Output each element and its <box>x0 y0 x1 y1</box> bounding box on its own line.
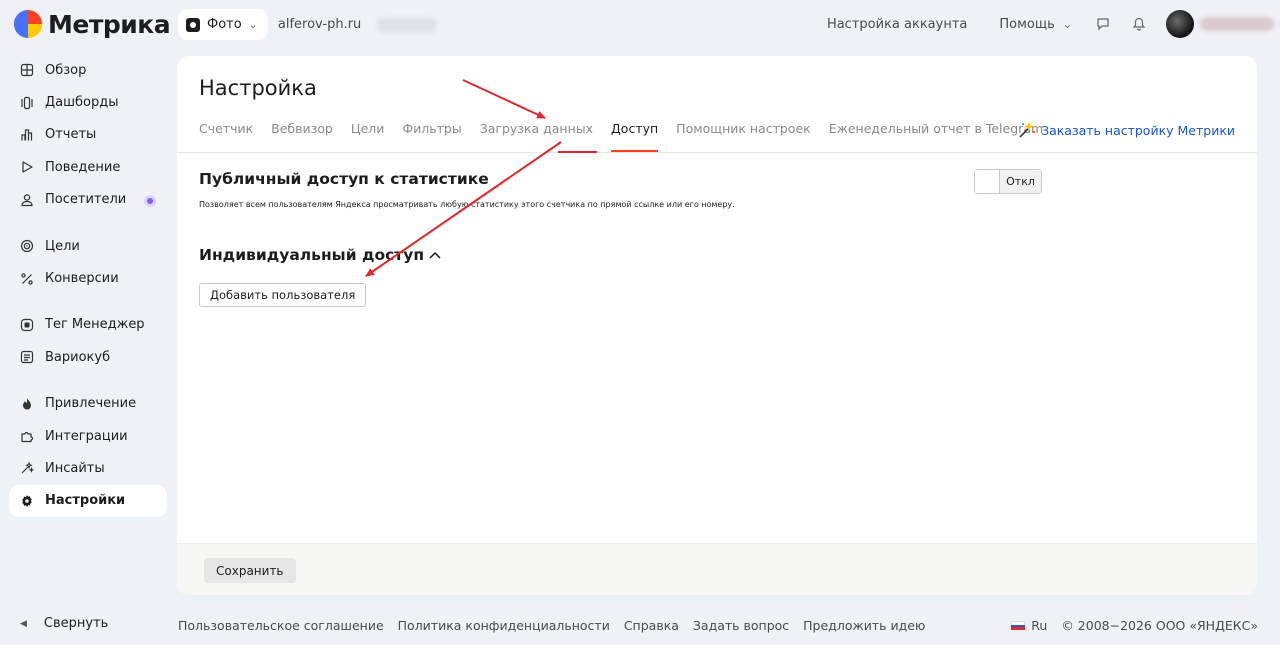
sidebar-item-dashboards[interactable]: Дашборды <box>9 86 167 118</box>
tab-counter[interactable]: Счетчик <box>199 121 253 143</box>
chevron-up-icon <box>429 251 441 259</box>
order-setup-label: Заказать настройку Метрики <box>1041 122 1235 138</box>
sidebar-item-goals[interactable]: Цели <box>9 230 167 262</box>
footer-right: Ru © 2008−2026 ООО «ЯНДЕКС» <box>1011 618 1258 633</box>
bar-chart-icon <box>21 129 33 141</box>
language-switcher[interactable]: Ru <box>1031 618 1047 633</box>
sidebar-item-label: Конверсии <box>45 271 119 287</box>
sidebar-item-label: Цели <box>45 238 80 254</box>
footer-link-ask[interactable]: Задать вопрос <box>693 618 789 633</box>
new-badge <box>144 194 156 207</box>
add-user-button[interactable]: Добавить пользователя <box>199 283 367 307</box>
settings-tabs: Счетчик Вебвизор Цели Фильтры Загрузка д… <box>199 121 1061 152</box>
counter-name: Фото <box>207 17 242 32</box>
chevron-down-icon: ⌄ <box>1062 17 1072 31</box>
tabs-divider <box>177 152 1257 153</box>
site-domain: alferov-ph.ru <box>277 17 362 32</box>
puzzle-icon <box>21 432 34 443</box>
sidebar-item-overview[interactable]: Обзор <box>9 54 167 86</box>
variocube-icon <box>20 351 34 364</box>
sidebar-item-settings[interactable]: Настройки <box>9 484 167 518</box>
sidebar-item-label: Тег Менеджер <box>45 317 145 333</box>
user-name-blurred <box>1200 17 1274 31</box>
person-icon <box>21 194 33 206</box>
triangle-left-icon: ◀ <box>20 618 27 629</box>
sidebar-item-label: Посетители <box>45 192 127 208</box>
chevron-down-icon: ⌄ <box>248 18 258 31</box>
sidebar-item-label: Инсайты <box>45 460 105 476</box>
tab-access[interactable]: Доступ <box>611 121 659 152</box>
sidebar-item-variocube[interactable]: Вариокуб <box>9 341 167 373</box>
target-icon <box>20 240 34 253</box>
public-access-description: Позволяет всем пользователям Яндекса про… <box>199 200 735 209</box>
toggle-state-label: Откл <box>1000 170 1041 193</box>
sparkle-icon <box>21 462 34 474</box>
public-access-title: Публичный доступ к статистике <box>199 170 489 188</box>
percent-icon <box>21 272 33 285</box>
counter-dropdown[interactable]: Фото ⌄ <box>178 9 268 40</box>
metrika-logo[interactable]: Метрика <box>14 9 171 39</box>
sparkle-wand-icon <box>1019 122 1036 138</box>
tab-goals[interactable]: Цели <box>351 121 385 143</box>
public-access-toggle[interactable]: Откл <box>974 169 1042 194</box>
sidebar-item-visitors[interactable]: Посетители <box>9 184 167 216</box>
individual-access-title[interactable]: Индивидуальный доступ <box>199 246 441 264</box>
sidebar-item-label: Отчеты <box>45 127 97 143</box>
individual-access-label: Индивидуальный доступ <box>199 246 425 264</box>
tab-filters[interactable]: Фильтры <box>402 121 461 143</box>
tab-data-upload[interactable]: Загрузка данных <box>480 121 593 143</box>
sidebar-item-behavior[interactable]: Поведение <box>9 151 167 183</box>
settings-card: Настройка Счетчик Вебвизор Цели Фильтры … <box>177 56 1257 595</box>
bell-icon[interactable] <box>1130 15 1148 33</box>
help-label: Помощь <box>999 16 1055 32</box>
help-menu[interactable]: Помощь ⌄ <box>999 17 1072 32</box>
footer-link-terms[interactable]: Пользовательское соглашение <box>178 618 384 633</box>
toggle-knob <box>975 170 1000 193</box>
header-actions: Настройка аккаунта Помощь ⌄ <box>827 0 1280 48</box>
tab-setup-assistant[interactable]: Помощник настроек <box>676 121 811 143</box>
save-button[interactable]: Сохранить <box>204 558 296 583</box>
metrika-logo-icon <box>14 10 42 38</box>
play-icon <box>22 161 33 173</box>
camera-icon <box>186 17 200 32</box>
tab-webvisor[interactable]: Вебвизор <box>271 121 333 143</box>
sidebar-item-tag-manager[interactable]: Тег Менеджер <box>9 309 167 341</box>
grid-icon <box>20 64 34 77</box>
chat-icon[interactable] <box>1094 15 1112 33</box>
sidebar-item-conversions[interactable]: Конверсии <box>9 262 167 294</box>
footer-link-help[interactable]: Справка <box>624 618 679 633</box>
collapse-label: Свернуть <box>43 616 109 631</box>
page-title: Настройка <box>199 76 317 100</box>
tab-telegram-report[interactable]: Еженедельный отчет в Telegram <box>829 121 1043 143</box>
copyright: © 2008−2026 ООО «ЯНДЕКС» <box>1061 618 1258 633</box>
avatar[interactable] <box>1166 10 1194 38</box>
sidebar-item-insights[interactable]: Инсайты <box>9 452 167 484</box>
footer-link-privacy[interactable]: Политика конфиденциальности <box>398 618 610 633</box>
russian-flag-icon <box>1011 621 1026 631</box>
sidebar-item-reports[interactable]: Отчеты <box>9 119 167 151</box>
sidebar-item-label: Обзор <box>45 62 87 78</box>
dashboard-icon <box>21 96 33 109</box>
sidebar-item-label: Настройки <box>45 493 126 509</box>
sidebar-item-label: Дашборды <box>45 95 119 111</box>
sidebar: Обзор Дашборды Отчеты Поведение Посетите… <box>9 54 167 518</box>
sidebar-item-label: Поведение <box>45 159 121 175</box>
page-footer-links: Пользовательское соглашение Политика кон… <box>178 618 939 633</box>
counter-id-blurred <box>377 17 438 32</box>
sidebar-item-label: Вариокуб <box>45 349 111 365</box>
gear-icon <box>22 495 32 507</box>
account-settings-link[interactable]: Настройка аккаунта <box>827 17 967 32</box>
sidebar-item-integrations[interactable]: Интеграции <box>9 420 167 452</box>
sidebar-item-label: Интеграции <box>45 428 128 444</box>
footer-link-suggest[interactable]: Предложить идею <box>803 618 925 633</box>
sidebar-item-acquisition[interactable]: Привлечение <box>9 388 167 420</box>
order-setup-link[interactable]: Заказать настройку Метрики <box>1017 120 1235 140</box>
tag-manager-icon <box>20 318 34 332</box>
collapse-sidebar-button[interactable]: ◀ Свернуть <box>20 616 108 631</box>
flame-icon <box>23 397 31 410</box>
sidebar-item-label: Привлечение <box>45 396 137 412</box>
save-bar: Сохранить <box>177 543 1257 595</box>
logo-text: Метрика <box>48 9 171 39</box>
counter-selector[interactable]: Фото ⌄ alferov-ph.ru <box>178 9 438 40</box>
